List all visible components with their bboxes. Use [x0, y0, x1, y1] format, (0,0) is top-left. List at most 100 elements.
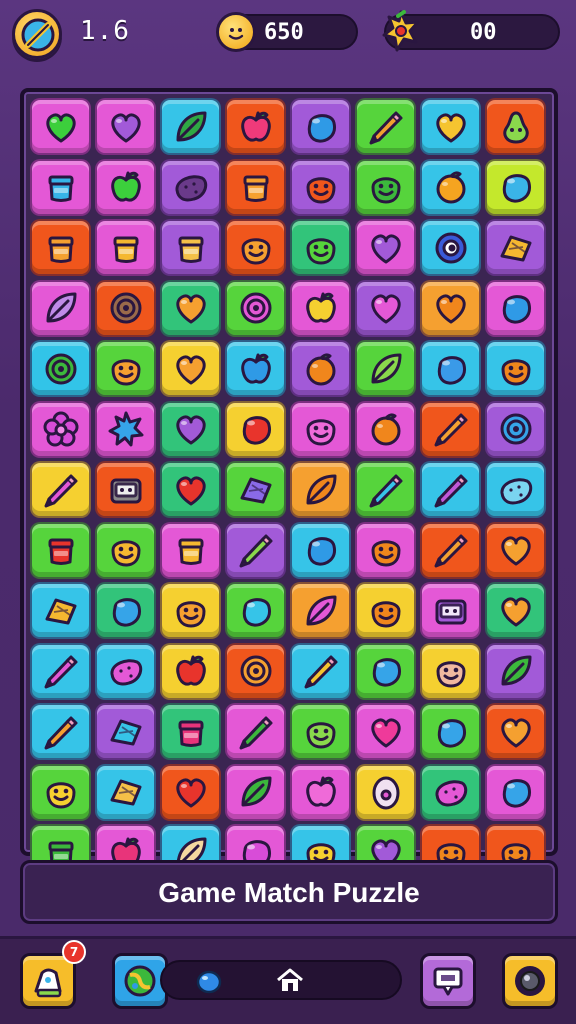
game-tile[interactable] [225, 582, 286, 639]
game-tile[interactable] [160, 582, 221, 639]
game-tile[interactable] [160, 340, 221, 397]
game-tile[interactable] [290, 461, 351, 518]
game-tile[interactable] [160, 521, 221, 579]
game-tile[interactable] [420, 279, 481, 337]
game-tile[interactable] [355, 521, 416, 579]
game-tile[interactable] [160, 400, 221, 458]
game-tile[interactable] [225, 763, 286, 821]
game-tile[interactable] [290, 158, 351, 216]
game-tile[interactable] [95, 763, 156, 821]
game-tile[interactable] [30, 582, 91, 639]
game-tile[interactable] [290, 763, 351, 821]
game-tile[interactable] [225, 158, 286, 216]
gems-display[interactable]: 00 [382, 10, 560, 52]
game-tile[interactable] [420, 763, 481, 821]
game-tile[interactable] [355, 158, 416, 216]
game-tile[interactable] [30, 279, 91, 337]
game-tile[interactable] [225, 279, 286, 337]
game-tile[interactable] [160, 763, 221, 821]
game-tile[interactable] [30, 219, 91, 276]
game-tile[interactable] [485, 521, 546, 579]
chat-button[interactable] [420, 953, 476, 1009]
game-tile[interactable] [225, 521, 286, 579]
game-tile[interactable] [30, 98, 91, 155]
game-tile[interactable] [95, 582, 156, 639]
game-tile[interactable] [95, 521, 156, 579]
game-tile[interactable] [485, 703, 546, 760]
game-tile[interactable] [485, 582, 546, 639]
game-tile[interactable] [420, 642, 481, 700]
game-tile[interactable] [160, 461, 221, 518]
game-tile[interactable] [355, 582, 416, 639]
game-tile[interactable] [290, 521, 351, 579]
game-tile[interactable] [355, 219, 416, 276]
game-tile[interactable] [160, 158, 221, 216]
game-tile[interactable] [355, 763, 416, 821]
game-tile[interactable] [95, 703, 156, 760]
game-tile[interactable] [290, 582, 351, 639]
game-tile[interactable] [95, 98, 156, 155]
game-tile[interactable] [95, 279, 156, 337]
game-tile[interactable] [30, 521, 91, 579]
game-tile[interactable] [95, 158, 156, 216]
game-tile[interactable] [290, 340, 351, 397]
game-tile[interactable] [355, 98, 416, 155]
game-tile[interactable] [355, 400, 416, 458]
game-tile[interactable] [225, 642, 286, 700]
game-tile[interactable] [485, 98, 546, 155]
game-tile[interactable] [30, 461, 91, 518]
game-tile[interactable] [420, 340, 481, 397]
game-tile[interactable] [355, 642, 416, 700]
game-tile[interactable] [290, 219, 351, 276]
game-tile[interactable] [225, 340, 286, 397]
game-tile[interactable] [420, 582, 481, 639]
game-tile[interactable] [225, 461, 286, 518]
game-tile[interactable] [485, 400, 546, 458]
game-tile[interactable] [225, 98, 286, 155]
game-tile[interactable] [95, 340, 156, 397]
game-tile[interactable] [290, 279, 351, 337]
coins-display[interactable]: 650 [216, 12, 358, 52]
game-tile[interactable] [290, 703, 351, 760]
game-tile[interactable] [355, 461, 416, 518]
game-tile[interactable] [420, 461, 481, 518]
game-tile[interactable] [95, 400, 156, 458]
game-tile[interactable] [485, 461, 546, 518]
game-tile[interactable] [485, 642, 546, 700]
game-tile[interactable] [30, 340, 91, 397]
game-tile[interactable] [420, 400, 481, 458]
game-tile[interactable] [30, 158, 91, 216]
game-tile[interactable] [30, 703, 91, 760]
game-tile[interactable] [290, 642, 351, 700]
menu-button[interactable] [12, 9, 62, 59]
game-tile[interactable] [355, 279, 416, 337]
game-tile[interactable] [160, 219, 221, 276]
game-tile[interactable] [160, 98, 221, 155]
game-tile[interactable] [355, 340, 416, 397]
game-tile[interactable] [485, 219, 546, 276]
game-tile[interactable] [225, 703, 286, 760]
game-tile[interactable] [225, 400, 286, 458]
game-tile[interactable] [95, 461, 156, 518]
game-tile[interactable] [420, 703, 481, 760]
camera-button[interactable] [502, 953, 558, 1009]
game-tile[interactable] [420, 219, 481, 276]
game-tile[interactable] [225, 219, 286, 276]
game-tile[interactable] [160, 279, 221, 337]
game-tile[interactable] [290, 98, 351, 155]
game-tile[interactable] [355, 703, 416, 760]
game-tile[interactable] [95, 219, 156, 276]
game-tile[interactable] [290, 400, 351, 458]
home-icon[interactable] [274, 966, 306, 994]
game-tile[interactable] [420, 158, 481, 216]
game-tile[interactable] [30, 642, 91, 700]
game-tile[interactable] [95, 642, 156, 700]
game-tile[interactable] [485, 158, 546, 216]
game-tile[interactable] [485, 763, 546, 821]
game-tile[interactable] [420, 98, 481, 155]
game-tile[interactable] [30, 400, 91, 458]
game-tile[interactable] [30, 763, 91, 821]
game-tile[interactable] [485, 340, 546, 397]
game-tile[interactable] [485, 279, 546, 337]
game-tile[interactable] [160, 642, 221, 700]
